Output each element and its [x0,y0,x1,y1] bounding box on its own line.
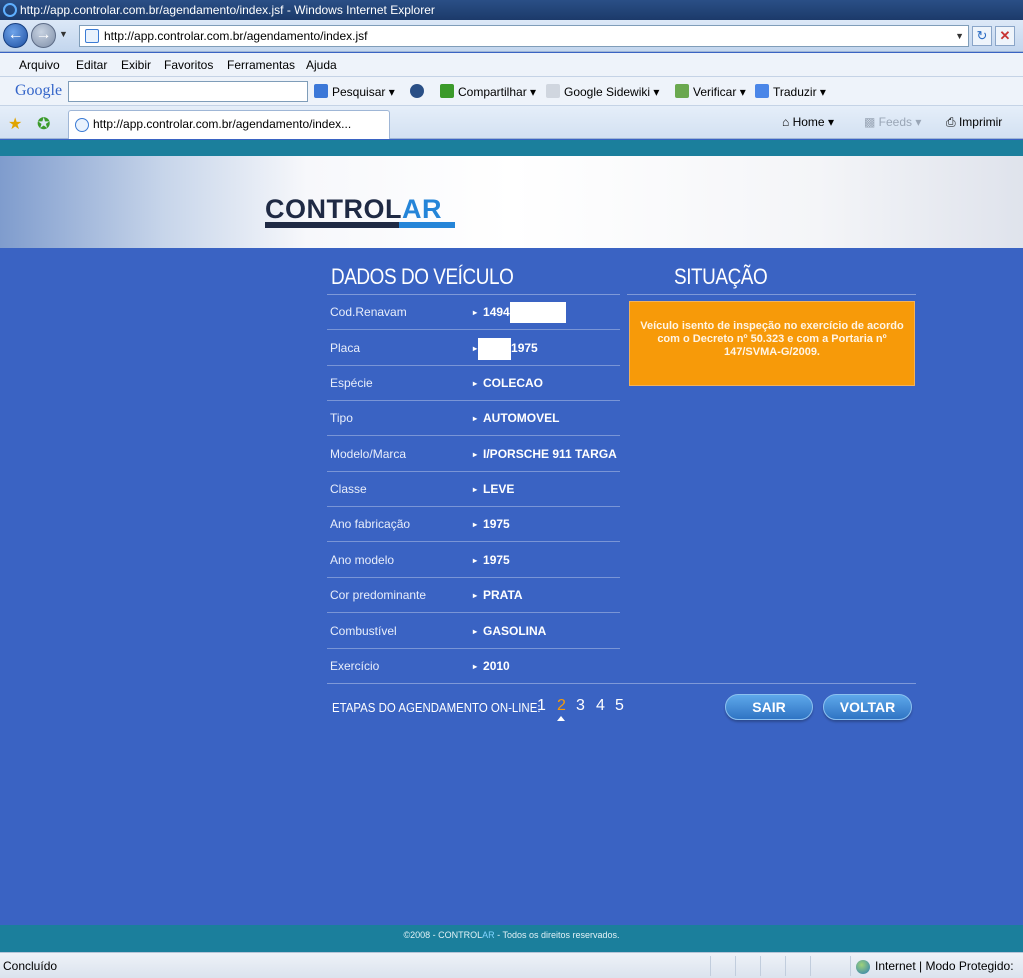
comment-icon [546,84,560,98]
row-value-classe: ▸ LEVE [473,482,515,496]
row-value-exercicio: ▸ 2010 [473,659,510,673]
address-dropdown-icon[interactable]: ▼ [955,26,964,46]
home-button[interactable]: ⌂ Home ▾ [782,115,834,129]
status-text: Concluído [3,959,58,973]
row-value-cor: ▸ PRATA [473,588,523,602]
menu-bar: Arquivo Editar Exibir Favoritos Ferramen… [0,53,1023,77]
tabs-bar: ★ ✪ http://app.controlar.com.br/agendame… [0,106,1023,139]
window-titlebar: http://app.controlar.com.br/agendamento/… [0,0,1023,20]
row-label-especie: Espécie [330,376,373,390]
google-logo: Google [15,82,63,99]
verificar-button[interactable]: Verificar ▾ [675,84,746,99]
favorites-star-icon[interactable]: ★ [8,114,22,134]
row-label-classe: Classe [330,482,367,496]
page-top-strip [0,140,1023,156]
sair-button[interactable]: SAIR [725,694,813,720]
google-toolbar: Google Pesquisar ▾ Compartilhar ▾ Google… [0,77,1023,106]
row-value-especie: ▸ COLECAO [473,376,544,390]
redaction-block [510,302,566,323]
menu-favoritos[interactable]: Favoritos [164,58,213,72]
add-favorite-icon[interactable]: ✪ [37,114,50,134]
menu-editar[interactable]: Editar [76,58,107,72]
step-5[interactable]: 5 [615,697,624,715]
search-icon [314,84,328,98]
print-button[interactable]: ⎙ Imprimir [946,115,1002,130]
voltar-button[interactable]: VOLTAR [823,694,912,720]
ie-logo-icon [3,3,17,17]
vehicle-section-title: DADOS DO VEÍCULO [331,264,514,289]
page-footer: ©2008 - CONTROLAR - Todos os direitos re… [0,925,1023,952]
step-2-active[interactable]: 2 [557,697,566,715]
active-step-caret-icon [557,716,565,721]
internet-zone-icon [856,960,870,974]
tab-page-icon [75,118,89,132]
menu-exibir[interactable]: Exibir [121,58,151,72]
address-text: http://app.controlar.com.br/agendamento/… [104,29,368,43]
page-header [0,156,1023,248]
row-value-ano-fabricacao: ▸ 1975 [473,517,510,531]
forward-button[interactable]: → [31,23,56,48]
compartilhar-button[interactable]: Compartilhar ▾ [440,84,536,99]
bottom-divider [327,683,916,684]
row-value-renavam: ▸ 1494 [473,305,510,319]
spellcheck-icon [675,84,689,98]
refresh-button[interactable]: ↻ [972,26,992,46]
page-icon [85,29,99,43]
google-search-input[interactable] [68,81,308,102]
traduzir-button[interactable]: Traduzir ▾ [755,84,826,99]
row-label-ano-fabricacao: Ano fabricação [330,517,411,531]
row-label-cor: Cor predominante [330,588,427,602]
steps-label: ETAPAS DO AGENDAMENTO ON-LINE: [332,700,541,715]
feeds-button[interactable]: ▩ Feeds ▾ [864,115,921,129]
step-1[interactable]: 1 [537,697,546,715]
menu-arquivo[interactable]: Arquivo [19,58,60,72]
row-label-tipo: Tipo [330,411,353,425]
redaction-block [478,338,511,360]
row-label-exercicio: Exercício [330,659,380,673]
step-4[interactable]: 4 [596,697,605,715]
translate-icon [755,84,769,98]
step-3[interactable]: 3 [576,697,585,715]
row-label-combustivel: Combustível [330,624,397,638]
row-value-ano-modelo: ▸ 1975 [473,553,510,567]
situacao-message-box: Veículo isento de inspeção no exercício … [629,301,915,386]
row-label-ano-modelo: Ano modelo [330,553,395,567]
recent-pages-dropdown[interactable]: ▼ [59,29,68,39]
situacao-message: Veículo isento de inspeção no exercício … [640,320,904,358]
window-title: http://app.controlar.com.br/agendamento/… [20,3,435,17]
globe-icon[interactable] [410,84,424,98]
row-value-tipo: ▸ AUTOMOVEL [473,411,560,425]
situacao-section-title: SITUAÇÃO [674,264,768,289]
security-zone-text: Internet | Modo Protegido: A [875,959,1014,973]
address-bar[interactable]: http://app.controlar.com.br/agendamento/… [79,25,969,47]
row-value-combustivel: ▸ GASOLINA [473,624,547,638]
sidewiki-button[interactable]: Google Sidewiki ▾ [546,84,659,99]
logo-underline [265,222,455,228]
row-value-modelo: ▸ I/PORSCHE 911 TARGA [473,447,617,461]
stop-button[interactable]: ✕ [995,26,1015,46]
address-row: ← → ▼ http://app.controlar.com.br/agenda… [0,20,1023,52]
row-label-placa: Placa [330,341,361,355]
menu-ajuda[interactable]: Ajuda [306,58,337,72]
tab-current[interactable]: http://app.controlar.com.br/agendamento/… [68,110,390,139]
back-button[interactable]: ← [3,23,28,48]
status-bar: Concluído Internet | Modo Protegido: A [0,952,1023,978]
row-label-modelo: Modelo/Marca [330,447,407,461]
menu-ferramentas[interactable]: Ferramentas [227,58,295,72]
row-label-renavam: Cod.Renavam [330,305,407,319]
share-icon [440,84,454,98]
situacao-title-divider [627,294,916,295]
controlar-logo: CONTROLAR [265,194,442,224]
vehicle-title-divider [327,294,620,295]
pesquisar-button[interactable]: Pesquisar ▾ [314,84,395,99]
